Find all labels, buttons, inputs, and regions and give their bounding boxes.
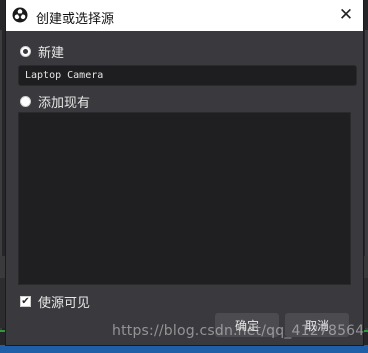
close-icon[interactable]: ✕: [333, 2, 359, 28]
background-taskbar: [0, 345, 368, 353]
source-name-input[interactable]: Laptop Camera: [18, 65, 357, 86]
obs-logo-icon: [12, 7, 28, 23]
create-new-label: 新建: [38, 46, 65, 61]
add-existing-label: 添加现有: [38, 96, 91, 111]
dialog-title: 创建或选择源: [36, 12, 115, 27]
create-new-radio[interactable]: [20, 46, 31, 57]
make-visible-checkbox[interactable]: ✔: [20, 296, 31, 307]
add-existing-radio-row[interactable]: 添加现有: [20, 92, 90, 111]
dialog-titlebar[interactable]: 创建或选择源 ✕: [6, 0, 363, 31]
watermark-text: https://blog.csdn.net/qq_41278564: [112, 323, 365, 339]
create-select-source-dialog: 创建或选择源 ✕ 新建 Laptop Camera 添加现有 ✔ 使源可见 确定…: [6, 0, 363, 345]
create-new-radio-row[interactable]: 新建: [20, 42, 64, 61]
make-visible-row[interactable]: ✔ 使源可见: [20, 292, 90, 311]
existing-sources-list[interactable]: [18, 112, 351, 285]
add-existing-radio[interactable]: [20, 96, 31, 107]
make-visible-label: 使源可见: [38, 296, 91, 311]
